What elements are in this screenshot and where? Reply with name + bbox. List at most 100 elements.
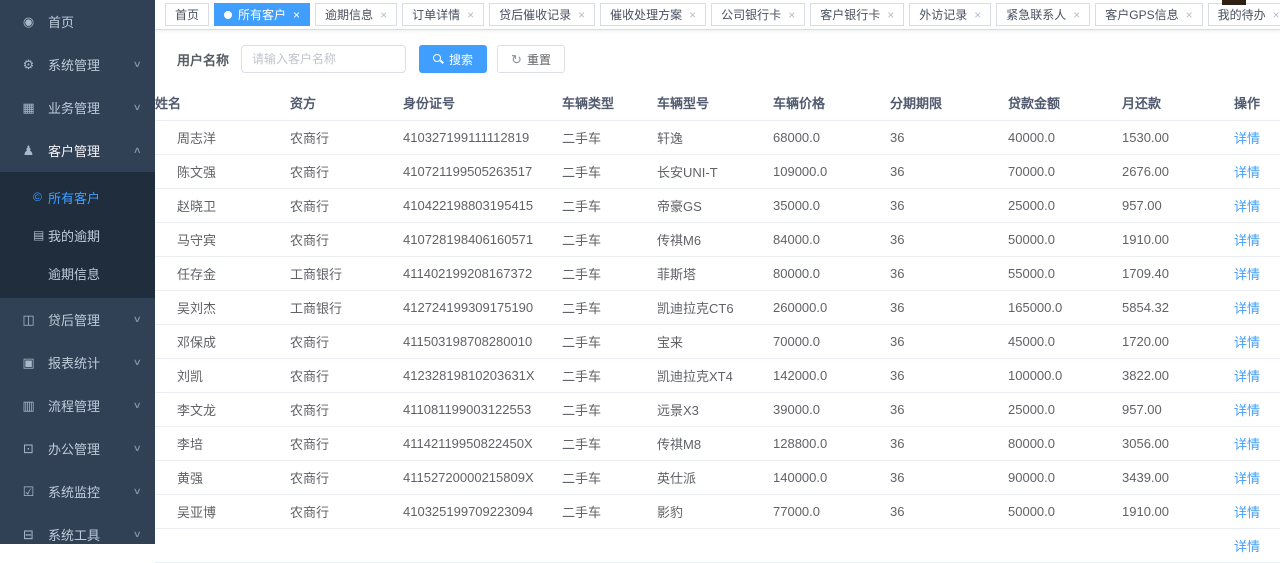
close-icon[interactable]: × [1073,9,1080,21]
cell-monthly-payment: 5854.32 [1122,291,1213,325]
sidebar-item-process[interactable]: ▥ 流程管理 ∨ [0,384,155,427]
cell-vehicle-price [773,529,890,563]
tab[interactable]: 所有客户 × [214,3,310,26]
detail-link[interactable]: 详情 [1234,539,1260,554]
sidebar-subitem-all-customers[interactable]: © 所有客户 [0,178,155,216]
sidebar-item-system[interactable]: ⚙ 系统管理 ∨ [0,43,155,86]
detail-link[interactable]: 详情 [1234,199,1260,214]
tab[interactable]: 紧急联系人 × [996,3,1090,26]
close-icon[interactable]: × [788,9,795,21]
detail-link[interactable]: 详情 [1234,505,1260,520]
customer-name-input[interactable] [241,45,406,73]
tab[interactable]: 逾期信息 × [315,3,397,26]
cell-name [155,529,290,563]
sidebar-item-reports[interactable]: ▣ 报表统计 ∨ [0,341,155,384]
menu-label: 系统监控 [48,482,134,501]
tab[interactable]: 催收处理方案 × [600,3,706,26]
tab[interactable]: 贷后催收记录 × [489,3,595,26]
cell-funder: 农商行 [290,495,403,529]
tab-label: 逾期信息 [325,6,373,23]
cell-monthly-payment: 1910.00 [1122,223,1213,257]
cell-vehicle-model: 传祺M8 [657,427,773,461]
tab[interactable]: 我的待办 × [1208,3,1280,26]
cell-vehicle-model: 宝来 [657,325,773,359]
column-header: 分期期限 [890,86,1008,121]
search-form: 用户名称 搜索 ↻ 重置 [177,45,1280,73]
sidebar-item-monitor[interactable]: ☑ 系统监控 ∨ [0,470,155,513]
table-header-row: 姓名 资方 身份证号 车辆类型 车辆型号 车辆价格 分期期限 贷款金额 月还款 [155,86,1280,121]
menu-label: 办公管理 [48,439,134,458]
detail-link[interactable]: 详情 [1234,437,1260,452]
cell-loan-amount: 25000.0 [1008,393,1122,427]
sidebar-subitem-overdue-info[interactable]: 逾期信息 [0,254,155,292]
cell-vehicle-type: 二手车 [562,359,657,393]
sidebar-item-postloan[interactable]: ◫ 贷后管理 ∨ [0,298,155,341]
cell-vehicle-price: 70000.0 [773,325,890,359]
menu-label: 业务管理 [48,98,134,117]
cell-name: 黄强 [155,461,290,495]
cell-term: 36 [890,189,1008,223]
cell-term: 36 [890,461,1008,495]
close-icon[interactable]: × [293,9,300,21]
cell-term: 36 [890,427,1008,461]
tab[interactable]: 外访记录 × [909,3,991,26]
column-header: 操作 [1213,86,1280,121]
detail-link[interactable]: 详情 [1234,471,1260,486]
tab[interactable]: 公司银行卡 × [711,3,805,26]
detail-link[interactable]: 详情 [1234,369,1260,384]
tab-label: 所有客户 [238,6,286,23]
cell-name: 李文龙 [155,393,290,427]
close-icon[interactable]: × [578,9,585,21]
tab[interactable]: 首页 [165,3,209,26]
monitor-check-icon: ☑ [20,484,37,500]
detail-link[interactable]: 详情 [1234,267,1260,282]
close-icon[interactable]: × [1273,9,1280,21]
cell-loan-amount: 55000.0 [1008,257,1122,291]
cell-id-number: 41152720000215809X [403,461,562,495]
cell-vehicle-price: 80000.0 [773,257,890,291]
detail-link[interactable]: 详情 [1234,233,1260,248]
reset-button[interactable]: ↻ 重置 [497,45,565,73]
tab[interactable]: 客户GPS信息 × [1095,3,1202,26]
search-button-label: 搜索 [449,51,473,68]
sidebar-item-business[interactable]: ▦ 业务管理 ∨ [0,86,155,129]
close-icon[interactable]: × [974,9,981,21]
cell-term: 36 [890,223,1008,257]
tab-label: 公司银行卡 [721,6,781,23]
close-icon[interactable]: × [467,9,474,21]
detail-link[interactable]: 详情 [1234,131,1260,146]
close-icon[interactable]: × [887,9,894,21]
tab[interactable]: 客户银行卡 × [810,3,904,26]
close-icon[interactable]: × [380,9,387,21]
cell-vehicle-type: 二手车 [562,325,657,359]
tab[interactable]: 订单详情 × [402,3,484,26]
sidebar-menu-top: ◉ 首页 ⚙ 系统管理 ∨ ▦ 业务管理 ∨ ♟ 客户管理 ∧ [0,0,155,172]
cell-vehicle-price: 39000.0 [773,393,890,427]
cell-funder: 农商行 [290,393,403,427]
cell-name: 任存金 [155,257,290,291]
cell-loan-amount: 40000.0 [1008,121,1122,155]
detail-link[interactable]: 详情 [1234,335,1260,350]
search-button[interactable]: 搜索 [419,45,487,73]
cell-funder: 农商行 [290,189,403,223]
sidebar-item-home[interactable]: ◉ 首页 [0,0,155,43]
close-icon[interactable]: × [689,9,696,21]
sidebar-item-office[interactable]: ⊡ 办公管理 ∨ [0,427,155,470]
cell-name: 刘凯 [155,359,290,393]
cell-vehicle-price: 35000.0 [773,189,890,223]
detail-link[interactable]: 详情 [1234,165,1260,180]
detail-link[interactable]: 详情 [1234,403,1260,418]
cell-monthly-payment: 957.00 [1122,189,1213,223]
cell-term [890,529,1008,563]
sidebar-item-customer[interactable]: ♟ 客户管理 ∧ [0,129,155,172]
close-icon[interactable]: × [1186,9,1193,21]
sidebar-subitem-my-overdue[interactable]: ▤ 我的逾期 [0,216,155,254]
cell-funder: 农商行 [290,121,403,155]
cell-vehicle-type: 二手车 [562,461,657,495]
tab-label: 贷后催收记录 [499,6,571,23]
detail-link[interactable]: 详情 [1234,301,1260,316]
cell-loan-amount: 25000.0 [1008,189,1122,223]
chevron-down-icon: ∨ [133,102,142,113]
sidebar-item-tools[interactable]: ⊟ 系统工具 ∨ [0,513,155,556]
cell-term: 36 [890,155,1008,189]
